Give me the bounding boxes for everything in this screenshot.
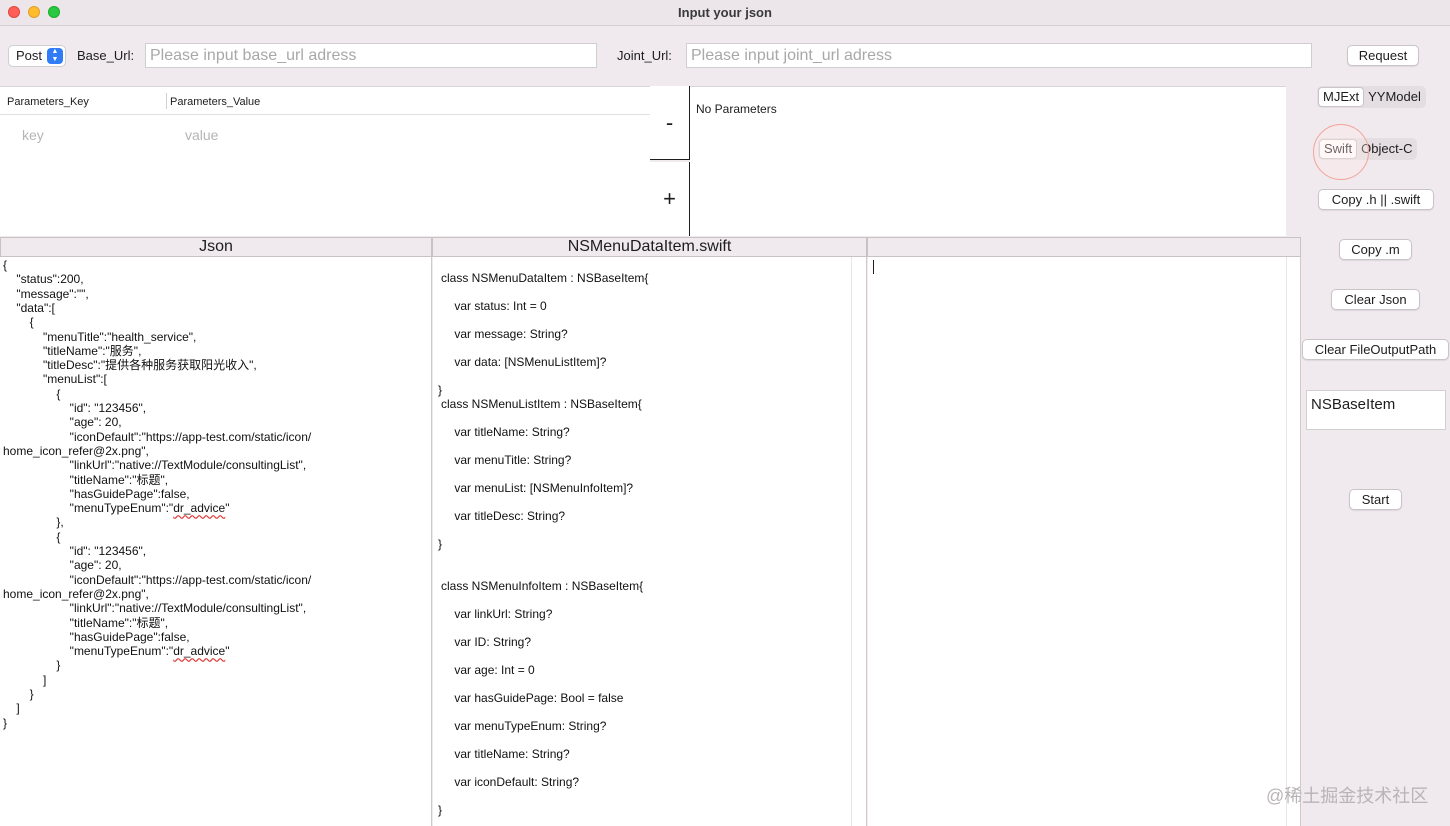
model-library-segmented: MJExt YYModel	[1317, 86, 1426, 108]
http-method-select[interactable]: Post ▲ ▼	[8, 45, 66, 67]
code-line: var message: String?	[441, 327, 568, 341]
code-line: var hasGuidePage: Bool = false	[441, 691, 624, 705]
code-line: var menuTypeEnum: String?	[441, 719, 607, 733]
json-line: {	[3, 315, 34, 330]
clear-json-button[interactable]: Clear Json	[1331, 289, 1420, 310]
copy-h-swift-button[interactable]: Copy .h || .swift	[1318, 189, 1434, 210]
json-line: "status":200,	[3, 272, 84, 287]
language-segmented: Swift Object-C	[1318, 138, 1418, 160]
code-file-header: NSMenuDataItem.swift	[432, 237, 867, 257]
parameters-value-column[interactable]: Parameters_Value	[170, 96, 260, 108]
code-line: }	[438, 383, 443, 397]
watermark-text: @稀土掘金技术社区	[1266, 786, 1429, 806]
output-scroll-gutter	[1286, 257, 1301, 826]
code-line: var titleDesc: String?	[441, 509, 566, 523]
json-line: "data":[	[3, 300, 55, 315]
remove-parameter-button[interactable]: -	[650, 86, 690, 160]
code-scroll-gutter	[851, 257, 867, 826]
code-line: class NSMenuListItem : NSBaseItem{	[441, 397, 642, 411]
base-url-input[interactable]	[145, 43, 597, 68]
json-line: "linkUrl":"native://TextModule/consultin…	[3, 458, 307, 473]
text-caret	[873, 260, 874, 274]
output-header	[867, 237, 1301, 257]
parameter-value-cell[interactable]: value	[185, 127, 218, 143]
json-line: {	[3, 386, 61, 401]
chevron-updown-icon: ▲ ▼	[47, 48, 63, 64]
request-button[interactable]: Request	[1347, 45, 1419, 66]
code-line: class NSMenuInfoItem : NSBaseItem{	[441, 579, 644, 593]
json-editor[interactable]: { "status":200, "message":"", "data":[ {…	[0, 257, 432, 826]
json-line: "id": "123456",	[3, 401, 147, 415]
joint-url-label: Joint_Url:	[617, 48, 672, 63]
json-line: "menuTitle":"health_service",	[3, 329, 197, 344]
json-line: "titleName":"标题",	[3, 615, 169, 630]
json-line: {	[3, 529, 61, 544]
code-line: var menuTitle: String?	[441, 453, 572, 467]
code-line: var status: Int = 0	[441, 299, 547, 313]
parameter-key-cell[interactable]: key	[22, 127, 44, 143]
json-line: ]	[3, 672, 47, 687]
base-url-label: Base_Url:	[77, 48, 135, 63]
json-line: "message":"",	[3, 286, 89, 301]
code-line: }	[438, 803, 443, 817]
add-parameter-button[interactable]: +	[650, 162, 690, 236]
json-line: "iconDefault":"https://app-test.com/stat…	[3, 572, 312, 587]
base-class-field[interactable]: NSBaseItem	[1306, 390, 1446, 430]
spellcheck-underline: dr_advice	[173, 644, 226, 659]
json-line: "hasGuidePage":false,	[3, 629, 190, 644]
parameters-status-text: No Parameters	[696, 102, 777, 116]
json-line: "hasGuidePage":false,	[3, 486, 190, 501]
parameters-preview: No Parameters	[690, 86, 1286, 236]
code-line: var titleName: String?	[441, 425, 570, 439]
json-line: },	[3, 515, 64, 530]
code-line: var ID: String?	[441, 635, 532, 649]
spellcheck-underline: dr_advice	[173, 501, 226, 516]
parameters-table-header: Parameters_Key Parameters_Value	[0, 87, 650, 115]
code-line: var titleName: String?	[441, 747, 570, 761]
output-editor[interactable]	[868, 257, 1286, 826]
segment-swift[interactable]: Swift	[1319, 139, 1358, 159]
code-line: var menuList: [NSMenuInfoItem]?	[441, 481, 634, 495]
generated-code-view[interactable]: class NSMenuDataItem : NSBaseItem{ var s…	[433, 257, 851, 826]
segment-mjext[interactable]: MJExt	[1318, 87, 1365, 107]
json-line: }	[3, 715, 8, 730]
json-line: "menuList":[	[3, 372, 107, 387]
json-line: "menuTypeEnum":"dr_advice"	[3, 644, 230, 659]
json-line: home_icon_refer@2x.png",	[3, 586, 149, 601]
json-line: "id": "123456",	[3, 544, 147, 558]
http-method-value: Post	[16, 48, 43, 63]
json-line: "linkUrl":"native://TextModule/consultin…	[3, 601, 307, 616]
code-line: }	[438, 537, 443, 551]
code-line: var data: [NSMenuListItem]?	[441, 355, 607, 369]
json-line: "age": 20,	[3, 558, 122, 573]
copy-m-button[interactable]: Copy .m	[1339, 239, 1412, 260]
json-line: {	[3, 258, 8, 272]
json-line: ]	[3, 701, 20, 716]
column-divider	[166, 93, 167, 109]
segment-objc[interactable]: Object-C	[1357, 139, 1416, 159]
json-line: home_icon_refer@2x.png",	[3, 443, 149, 458]
parameters-table: Parameters_Key Parameters_Value key valu…	[0, 86, 650, 236]
segment-yymodel[interactable]: YYModel	[1364, 87, 1425, 107]
start-button[interactable]: Start	[1349, 489, 1402, 510]
code-line: var age: Int = 0	[441, 663, 535, 677]
json-line: "iconDefault":"https://app-test.com/stat…	[3, 429, 312, 444]
code-line: var linkUrl: String?	[441, 607, 553, 621]
json-line: }	[3, 658, 61, 673]
window-title: Input your json	[678, 5, 772, 20]
json-line: "age": 20,	[3, 415, 122, 430]
json-line: "titleName":"服务",	[3, 343, 142, 358]
parameters-key-column[interactable]: Parameters_Key	[7, 96, 89, 108]
json-line: "menuTypeEnum":"dr_advice"	[3, 501, 230, 516]
json-line: "titleName":"标题",	[3, 472, 169, 487]
json-header: Json	[0, 237, 432, 257]
json-line: }	[3, 687, 34, 701]
code-line: var iconDefault: String?	[441, 775, 580, 789]
json-line: "titleDesc":"提供各种服务获取阳光收入",	[3, 358, 257, 373]
clear-file-output-path-button[interactable]: Clear FileOutputPath	[1302, 339, 1449, 360]
code-line: class NSMenuDataItem : NSBaseItem{	[441, 271, 649, 285]
joint-url-input[interactable]	[686, 43, 1312, 68]
title-bar: Input your json	[0, 0, 1450, 26]
